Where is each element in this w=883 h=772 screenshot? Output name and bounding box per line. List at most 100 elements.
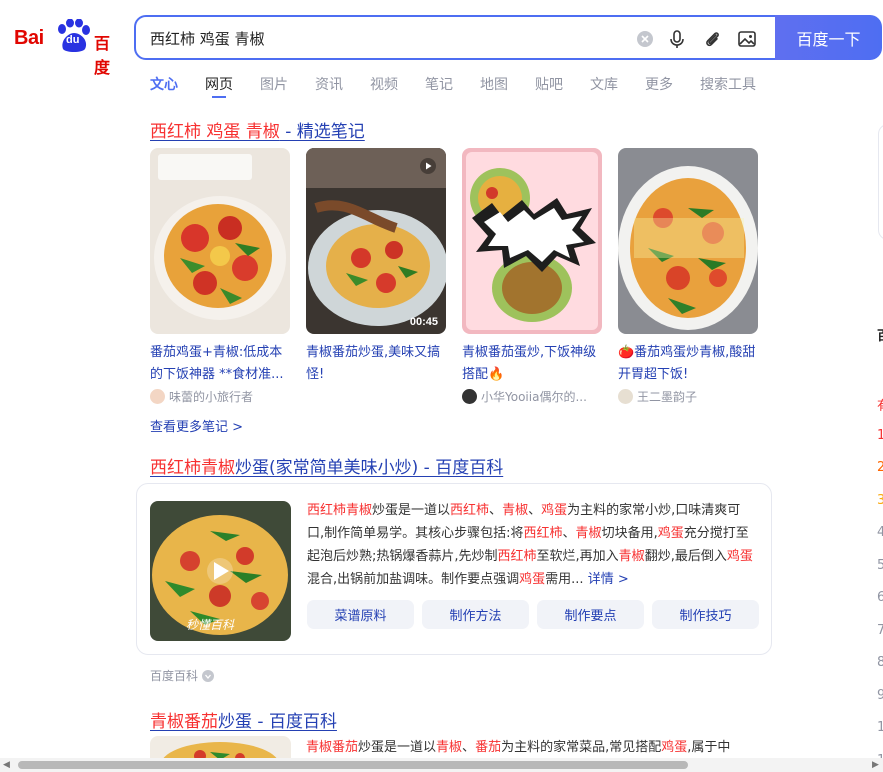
keyword-highlight: 青椒 [502, 503, 529, 518]
verified-icon [202, 669, 215, 682]
search-button[interactable]: 百度一下 [775, 15, 882, 60]
horizontal-scrollbar[interactable]: ◀ ▶ [0, 758, 883, 772]
tab-notes[interactable]: 笔记 [425, 72, 480, 100]
tab-web[interactable]: 网页 [205, 72, 260, 100]
keyword-highlight: 西红柿 [450, 503, 490, 518]
result-title-notes[interactable]: 西红柿 鸡蛋 青椒 - 精选笔记 [150, 117, 365, 142]
description-text: 翻炒,最后倒入 [644, 549, 727, 564]
description-text: 混合,出锅前加盐调味。制作要点强调 [307, 572, 520, 587]
search-tabs: 文心 网页 图片 资讯 视频 笔记 地图 贴吧 文库 更多 搜索工具 [150, 72, 780, 100]
note-card[interactable]: 🍅番茄鸡蛋炒青椒,酸甜开胃超下饭! 王二墨韵子 [618, 148, 758, 405]
keyword-highlight: 青椒 [575, 526, 602, 541]
title-highlight: 西红柿 鸡蛋 青椒 [150, 122, 280, 142]
play-icon [420, 158, 436, 174]
detail-link[interactable]: 详情 > [584, 572, 629, 587]
rail-rank-number[interactable]: 4 [877, 525, 883, 540]
description-text: 炒蛋是一道以 [372, 503, 451, 518]
video-badge-text: 秒懂百科 [186, 618, 235, 632]
keyword-highlight: 西红柿 [523, 526, 563, 541]
rail-rank-number[interactable]: 3 [877, 493, 883, 508]
title-highlight: 青椒番茄 [150, 712, 218, 732]
author-name: 味蕾的小旅行者 [169, 390, 254, 404]
tab-wenxin[interactable]: 文心 [150, 72, 205, 100]
note-thumbnail[interactable] [462, 148, 602, 334]
title-rest: 炒蛋(家常简单美味小炒) - 百度百科 [235, 458, 504, 478]
description-text: 、 [562, 526, 576, 541]
clear-icon[interactable] [634, 28, 656, 50]
paperclip-icon[interactable] [701, 28, 723, 50]
note-video-thumbnail[interactable]: 00:45 [306, 148, 446, 334]
result-source: 百度百科 [150, 667, 215, 684]
search-input[interactable] [150, 25, 620, 51]
tab-search-tools[interactable]: 搜索工具 [700, 72, 780, 100]
scrollbar-thumb[interactable] [18, 761, 688, 769]
tab-map[interactable]: 地图 [480, 72, 535, 100]
tab-tieba[interactable]: 贴吧 [535, 72, 590, 100]
tab-news[interactable]: 资讯 [315, 72, 370, 100]
chip-ingredients[interactable]: 菜谱原料 [307, 600, 414, 629]
avatar [462, 389, 477, 404]
baike-video-thumbnail[interactable]: 秒懂百科 [150, 501, 291, 641]
more-notes-link[interactable]: 查看更多笔记 > [150, 416, 243, 435]
title-rest: - 精选笔记 [279, 122, 365, 142]
microphone-icon[interactable] [666, 28, 688, 50]
baike-description: 西红柿青椒炒蛋是一道以西红柿、青椒、鸡蛋为主料的家常小炒,口味清爽可口,制作简单… [307, 499, 757, 591]
image-search-icon[interactable] [736, 28, 758, 50]
description-text: 至软烂,再加入 [536, 549, 619, 564]
note-author: 王二墨韵子 [618, 388, 758, 405]
note-title[interactable]: 🍅番茄鸡蛋炒青椒,酸甜开胃超下饭! [618, 342, 758, 386]
note-title[interactable]: 青椒番茄炒蛋,美味又搞怪! [306, 342, 446, 386]
tab-more[interactable]: 更多 [645, 72, 700, 100]
keyword-highlight: 西红柿 [497, 549, 537, 564]
baidu-logo[interactable]: Bai du 百度 [14, 17, 120, 77]
description-text: 、 [462, 740, 476, 755]
author-name: 小华Yooiia偶尔的... [481, 390, 587, 404]
tab-images[interactable]: 图片 [260, 72, 315, 100]
rail-rank-number[interactable]: 8 [877, 655, 883, 670]
keyword-highlight: 番茄 [475, 740, 502, 755]
note-card[interactable]: 番茄鸡蛋+青椒:低成本的下饭神器 **食材准... 味蕾的小旅行者 [150, 148, 290, 405]
title-rest: 炒蛋 - 百度百科 [218, 712, 337, 732]
author-name: 王二墨韵子 [637, 390, 698, 404]
tab-video[interactable]: 视频 [370, 72, 425, 100]
rail-rank-number[interactable]: 6 [877, 590, 883, 605]
right-rail-card [878, 124, 883, 240]
video-duration: 00:45 [409, 316, 438, 328]
logo-text-bai: Bai [14, 27, 44, 49]
baike-description-2: 青椒番茄炒蛋是一道以青椒、番茄为主料的家常菜品,常见搭配鸡蛋,属于中 [306, 736, 730, 755]
result-title-baike[interactable]: 西红柿青椒炒蛋(家常简单美味小炒) - 百度百科 [150, 453, 503, 478]
rail-rank-number[interactable]: 2 [877, 460, 883, 475]
note-thumbnail[interactable] [618, 148, 758, 334]
keyword-highlight: 鸡蛋 [657, 526, 684, 541]
scroll-left-icon[interactable]: ◀ [3, 760, 10, 770]
note-title[interactable]: 青椒番茄蛋炒,下饭神级搭配🔥 [462, 342, 602, 386]
keyword-highlight: 鸡蛋 [661, 740, 688, 755]
description-text: 切块备用, [601, 526, 658, 541]
result-title-baike-2[interactable]: 青椒番茄炒蛋 - 百度百科 [150, 707, 337, 732]
keyword-highlight: 西红柿青椒 [307, 503, 373, 518]
rail-rank-number[interactable]: 1 [877, 428, 883, 443]
chip-tips[interactable]: 制作技巧 [652, 600, 759, 629]
rail-heading: 百 [877, 325, 883, 344]
rail-rank-number[interactable]: 9 [877, 688, 883, 703]
note-author: 小华Yooiia偶尔的... [462, 388, 602, 405]
chip-method[interactable]: 制作方法 [422, 600, 529, 629]
note-card[interactable]: 00:45 青椒番茄炒蛋,美味又搞怪! [306, 148, 446, 386]
scroll-right-icon[interactable]: ▶ [872, 760, 879, 770]
description-text: 需用... [545, 572, 584, 587]
title-highlight: 西红柿青椒 [150, 458, 235, 478]
rail-rank-number[interactable]: 5 [877, 558, 883, 573]
description-text: 、 [489, 503, 503, 518]
logo-text-du: du [66, 34, 80, 46]
rail-rank-number[interactable]: 1 [877, 720, 883, 735]
note-card[interactable]: 青椒番茄蛋炒,下饭神级搭配🔥 小华Yooiia偶尔的... [462, 148, 602, 405]
note-thumbnail[interactable] [150, 148, 290, 334]
notes-grid: 番茄鸡蛋+青椒:低成本的下饭神器 **食材准... 味蕾的小旅行者 00:45 … [150, 148, 760, 410]
description-text: 、 [528, 503, 542, 518]
note-title[interactable]: 番茄鸡蛋+青椒:低成本的下饭神器 **食材准... [150, 342, 290, 386]
keyword-highlight: 鸡蛋 [541, 503, 568, 518]
rail-rank-number[interactable]: 有 [877, 395, 883, 414]
tab-wenku[interactable]: 文库 [590, 72, 645, 100]
chip-key-points[interactable]: 制作要点 [537, 600, 644, 629]
rail-rank-number[interactable]: 7 [877, 623, 883, 638]
